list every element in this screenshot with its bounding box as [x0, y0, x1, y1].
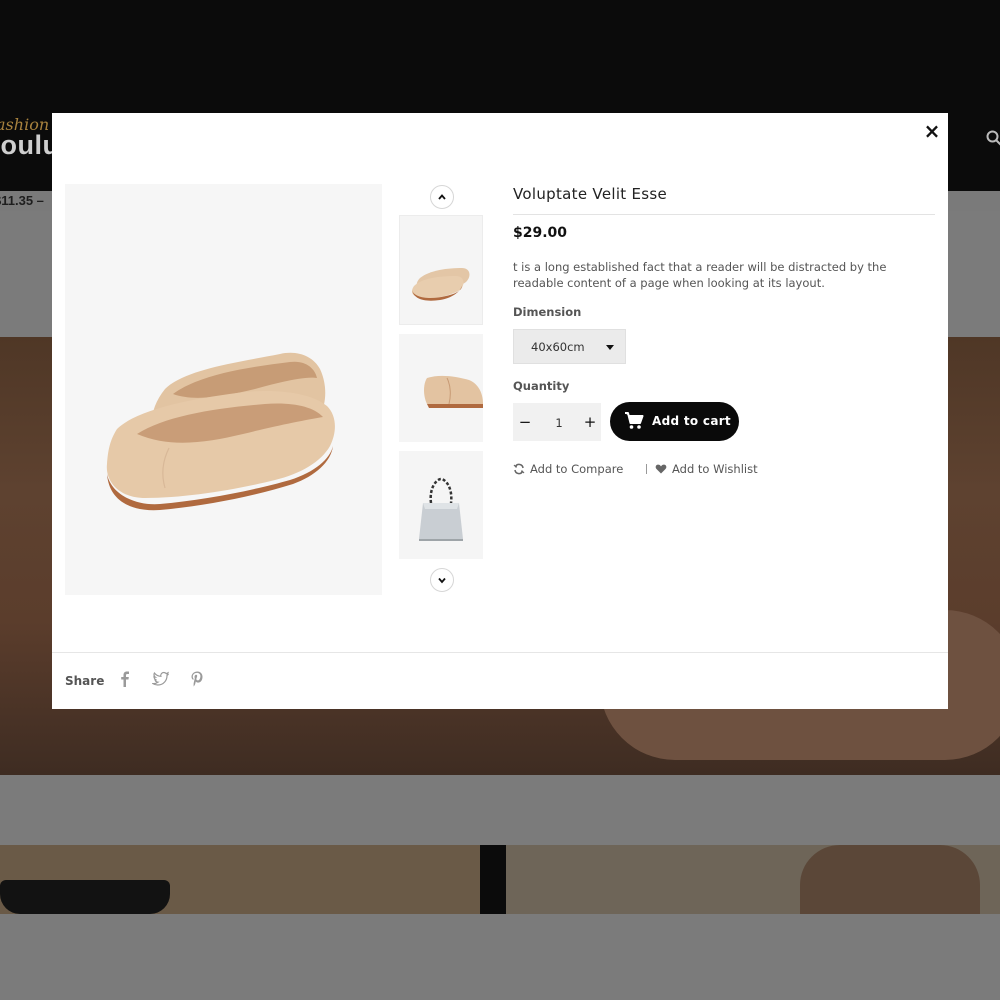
model-face-image: [800, 845, 980, 915]
share-label: Share: [65, 674, 105, 688]
facebook-icon[interactable]: [116, 670, 134, 688]
footer-divider: [52, 652, 948, 653]
thumbnails-up-arrow[interactable]: [430, 185, 454, 209]
thumbnail-shoe-pair[interactable]: [399, 215, 483, 325]
search-icon[interactable]: [986, 130, 1000, 146]
product-price: $29.00: [513, 225, 568, 241]
quantity-decrease-button[interactable]: −: [515, 411, 535, 433]
chevron-down-icon: [438, 577, 446, 584]
refresh-icon: [513, 463, 525, 475]
twitter-icon[interactable]: [152, 670, 170, 688]
quantity-label: Quantity: [513, 379, 570, 393]
quick-view-modal: × Voluptate Velit Esse $29.00 t is a lon…: [52, 113, 948, 709]
chevron-up-icon: [438, 194, 446, 200]
close-button[interactable]: ×: [920, 119, 944, 143]
compare-label: Add to Compare: [530, 462, 624, 476]
product-description: t is a long established fact that a read…: [513, 260, 887, 290]
cart-icon: [625, 412, 644, 429]
pinterest-icon[interactable]: [188, 670, 206, 688]
page-bottom: [0, 914, 1000, 1000]
wishlist-label: Add to Wishlist: [672, 462, 758, 476]
ticker-text: $11.35 –: [0, 193, 44, 208]
add-to-cart-label: Add to cart: [652, 414, 731, 428]
product-title: Voluptate Velit Esse: [513, 185, 668, 203]
dimension-label: Dimension: [513, 305, 582, 319]
dimension-value: 40x60cm: [531, 340, 585, 354]
add-to-cart-button[interactable]: Add to cart: [610, 402, 739, 441]
link-separator: [646, 464, 647, 474]
thumbnails-down-arrow[interactable]: [430, 568, 454, 592]
dimension-select[interactable]: 40x60cm: [513, 329, 626, 364]
thumbnail-shoe-side[interactable]: [399, 334, 483, 442]
caret-down-icon: [606, 345, 614, 350]
product-main-image: [65, 184, 382, 595]
section-spacer: [0, 775, 1000, 845]
quantity-stepper: − +: [513, 403, 601, 441]
sunglasses-image: [0, 880, 170, 914]
quantity-increase-button[interactable]: +: [580, 411, 600, 433]
logo[interactable]: Poulu: [0, 130, 60, 161]
heart-icon: [655, 464, 667, 474]
quantity-input[interactable]: [537, 411, 581, 435]
title-divider: [513, 214, 935, 215]
thumbnail-handbag[interactable]: [399, 451, 483, 559]
